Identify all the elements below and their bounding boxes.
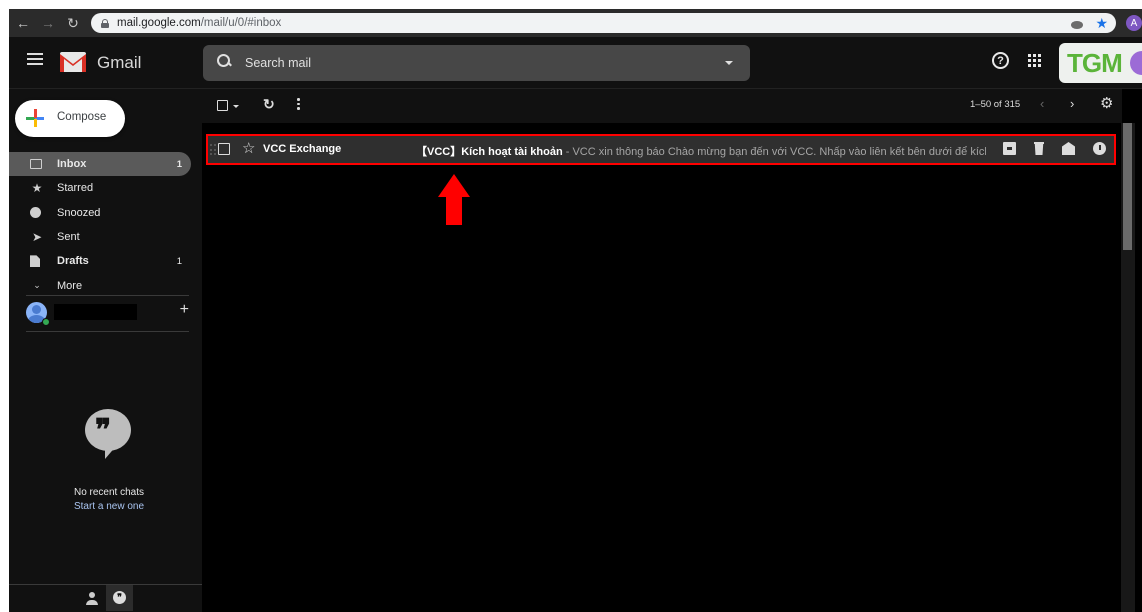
sidebar-item-inbox[interactable]: Inbox 1 [9,152,191,177]
forward-arrow-icon[interactable]: → [37,12,59,34]
contacts-person-icon[interactable] [85,591,99,605]
scrollbar-thumb[interactable] [1123,123,1132,250]
email-subject-line: 【VCC】Kích hoạt tài khoản - VCC xin thông… [416,143,986,159]
sidebar-item-drafts[interactable]: Drafts 1 [9,249,191,273]
archive-icon[interactable] [1003,142,1016,155]
star-icon: ★ [31,181,43,196]
email-subject: 【VCC】Kích hoạt tài khoản [416,146,563,158]
email-row[interactable]: ☆ VCC Exchange 【VCC】Kích hoạt tài khoản … [206,134,1116,165]
email-snippet: - VCC xin thông báo Chào mừng bạn đến vớ… [562,146,986,158]
star-toggle-icon[interactable]: ☆ [242,139,255,157]
browser-profile-avatar[interactable]: A [1126,15,1142,31]
search-options-dropdown-icon[interactable] [725,61,733,65]
sidebar-item-label: Inbox [57,158,87,171]
new-chat-plus-icon[interactable]: + [180,301,189,319]
hangouts-user[interactable]: + [26,301,191,326]
clock-icon [30,207,41,219]
unread-count: 1 [176,158,182,170]
sidebar-item-starred[interactable]: ★ Starred [9,176,191,200]
sidebar-nav: Inbox 1 ★ Starred Snoozed ➤ Sent Drafts … [9,152,202,298]
redacted-username [54,304,137,320]
search-input[interactable] [245,53,705,73]
sidebar: Compose Inbox 1 ★ Starred Snoozed ➤ Sent [9,89,202,612]
gmail-title: Gmail [97,53,142,72]
back-arrow-icon[interactable]: ← [12,12,34,34]
inbox-icon [30,159,42,170]
email-sender: VCC Exchange [263,143,342,155]
url-host: mail.google.com [117,17,201,29]
gmail-header: Gmail ? TGM [9,37,1142,89]
main-menu-icon[interactable] [27,53,43,65]
pagination-text: 1–50 of 315 [970,99,1021,110]
sidebar-item-label: More [57,279,83,292]
delete-trash-icon[interactable] [1034,142,1044,155]
tracking-eye-icon[interactable] [1071,20,1084,29]
sidebar-item-snoozed[interactable]: Snoozed [9,201,191,225]
refresh-icon[interactable]: ↻ [263,96,275,113]
scrollbar[interactable] [1121,123,1135,612]
prev-page-icon[interactable]: ‹ [1040,96,1044,111]
compose-plus-icon [26,109,44,127]
no-chats-text: No recent chats [73,487,145,498]
lock-icon [101,18,109,28]
sidebar-item-label: Sent [57,231,80,244]
sidebar-divider [26,295,189,296]
sidebar-item-sent[interactable]: ➤ Sent [9,225,191,249]
compose-label: Compose [57,111,107,123]
search-icon[interactable] [217,54,231,68]
bookmark-star-icon[interactable]: ★ [1095,15,1108,32]
hangouts-tab[interactable]: ❞ [106,585,133,611]
start-new-chat-link[interactable]: Start a new one [9,501,209,512]
sidebar-item-label: Starred [57,182,94,195]
more-options-icon[interactable] [297,98,300,111]
apps-grid-icon[interactable] [1028,54,1041,67]
reload-icon[interactable]: ↻ [62,12,84,34]
red-annotation-arrow [438,174,471,226]
settings-gear-icon[interactable]: ⚙ [1100,96,1114,111]
mail-list-area: ↻ 1–50 of 315 ‹ › ⚙ ☆ VCC Exchange 【VCC】… [202,89,1142,612]
drag-handle-icon[interactable] [210,144,216,156]
hangouts-quote-icon: ❞ [85,409,131,459]
send-icon: ➤ [31,230,43,245]
snooze-clock-icon[interactable] [1093,142,1106,155]
sidebar-divider [26,331,189,332]
hangouts-icon: ❞ [113,591,126,604]
select-dropdown-icon[interactable] [233,105,239,108]
row-checkbox[interactable] [218,143,230,155]
browser-toolbar: ← → ↻ mail.google.com/mail/u/0/#inbox ★ … [9,9,1142,37]
gmail-logo-icon[interactable] [59,51,87,73]
search-bar [203,45,750,81]
sidebar-item-label: Drafts [57,255,89,268]
next-page-icon[interactable]: › [1070,96,1074,111]
browser-window: ← → ↻ mail.google.com/mail/u/0/#inbox ★ … [9,9,1142,612]
sidebar-bottom-tabs: ❞ [9,584,202,612]
draft-count: 1 [176,255,182,267]
select-all-checkbox[interactable] [217,100,228,111]
draft-icon [30,255,40,268]
url-path: /mail/u/0/#inbox [200,17,282,29]
row-hover-actions [1003,142,1106,155]
chevron-down-icon: ⌄ [33,280,41,291]
mail-toolbar: ↻ 1–50 of 315 ‹ › ⚙ [202,89,1122,123]
compose-button[interactable]: Compose [15,100,125,137]
sidebar-item-label: Snoozed [57,206,101,219]
mark-as-read-icon[interactable] [1062,142,1075,155]
online-status-icon [42,318,50,326]
address-bar[interactable]: mail.google.com/mail/u/0/#inbox ★ [91,13,1116,33]
help-icon[interactable]: ? [992,52,1009,69]
